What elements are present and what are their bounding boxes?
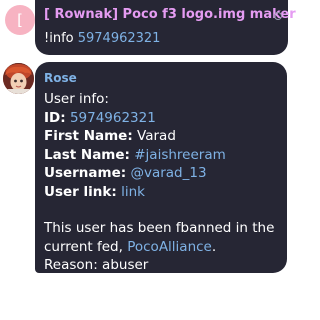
reason-row: Reason: abuser bbox=[44, 256, 284, 275]
user-link-row: User link: link bbox=[44, 183, 284, 202]
username-link[interactable]: @varad_13 bbox=[130, 165, 206, 181]
last-name-label: Last Name: bbox=[44, 146, 130, 163]
id-label: ID: bbox=[44, 109, 66, 126]
last-name-row: Last Name: #jaishreeram bbox=[44, 146, 284, 165]
id-row: ID: 5974962321 bbox=[44, 109, 284, 128]
id-value-link[interactable]: 5974962321 bbox=[70, 110, 156, 126]
rose-avatar-image bbox=[3, 63, 34, 94]
message-bubble-userinfo[interactable]: Rose User info: ID: 5974962321 First Nam… bbox=[35, 62, 287, 273]
first-name-label: First Name: bbox=[44, 128, 133, 144]
first-name-row: First Name: Varad bbox=[44, 127, 284, 146]
sender-avatar[interactable]: [ bbox=[5, 5, 35, 35]
userinfo-heading: User info: bbox=[44, 91, 109, 107]
reason-value: abuser bbox=[102, 257, 149, 273]
user-id-link[interactable]: 5974962321 bbox=[78, 31, 161, 46]
avatar-letter: [ bbox=[17, 11, 23, 29]
username-row: Username: @varad_13 bbox=[44, 164, 284, 183]
message-bubble-command[interactable]: [ Rownak] Poco f3 logo.img maker !info 5… bbox=[35, 0, 296, 55]
user-link-label: User link: bbox=[44, 183, 117, 200]
sender-name-rose[interactable]: Rose bbox=[44, 71, 77, 85]
hashtag-link[interactable]: #jaishreeram bbox=[134, 147, 226, 163]
userinfo-text: User info: ID: 5974962321 First Name: Va… bbox=[44, 90, 284, 275]
fban-notice: This user has been fbanned in the curren… bbox=[44, 219, 284, 256]
fed-name-link[interactable]: PocoAlliance bbox=[127, 239, 212, 255]
rose-avatar[interactable] bbox=[3, 63, 34, 94]
user-link[interactable]: link bbox=[121, 184, 145, 200]
command-text: !info bbox=[44, 31, 74, 46]
sender-name[interactable]: [ Rownak] Poco f3 logo.img maker bbox=[44, 7, 296, 22]
fed-period: . bbox=[211, 238, 217, 255]
edited-icon bbox=[274, 12, 282, 20]
reason-label: Reason: bbox=[44, 257, 98, 273]
first-name-value: Varad bbox=[137, 128, 176, 144]
message-text: !info 5974962321 bbox=[44, 31, 160, 46]
username-label: Username: bbox=[44, 165, 127, 181]
